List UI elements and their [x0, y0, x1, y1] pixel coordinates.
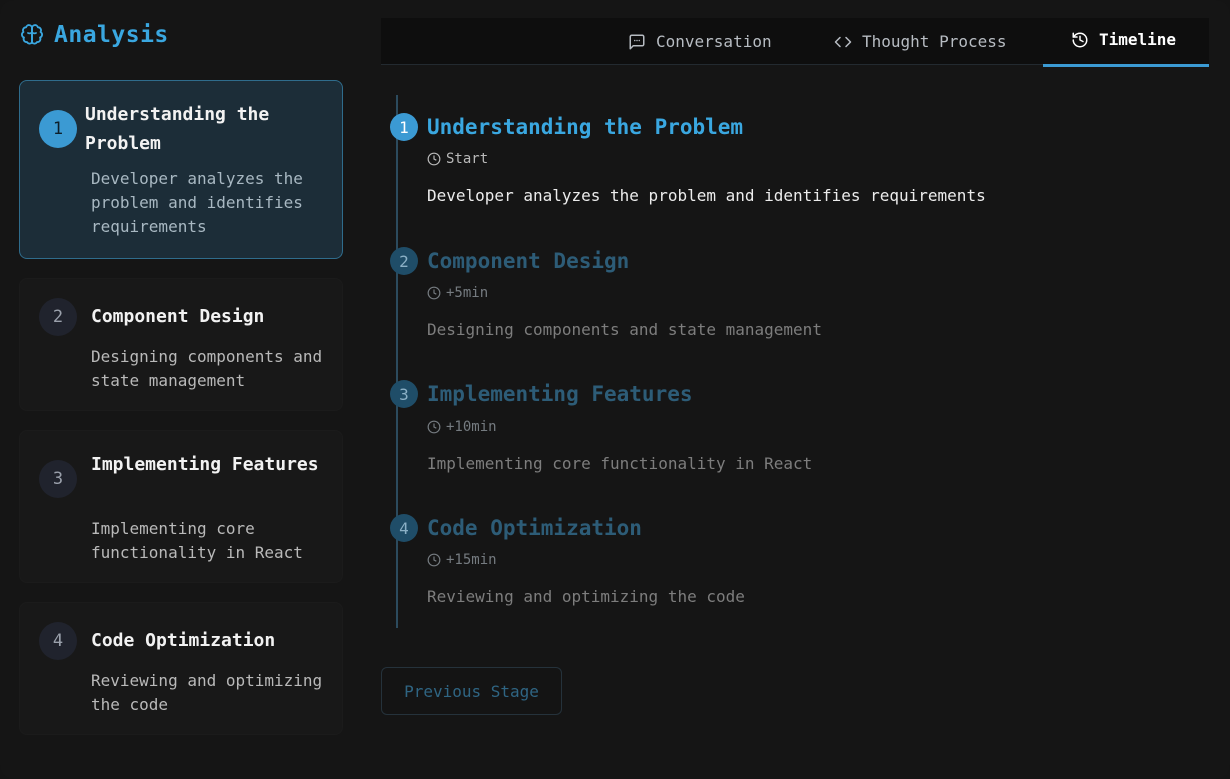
timeline-line — [396, 95, 398, 628]
timeline-time-label: +5min — [446, 285, 489, 301]
stage-card-3[interactable]: 3 Implementing Features Implementing cor… — [19, 430, 343, 583]
clock-icon — [427, 420, 441, 434]
stage-number: 3 — [39, 460, 77, 498]
timeline-title: Understanding the Problem — [427, 115, 744, 139]
timeline-title: Code Optimization — [427, 516, 642, 540]
timeline-time: +5min — [427, 285, 488, 301]
timeline-marker-1: 1 — [390, 113, 418, 141]
timeline-marker-4: 4 — [390, 514, 418, 542]
brain-icon — [21, 24, 43, 45]
stage-card-2[interactable]: 2 Component Design Designing components … — [19, 278, 343, 411]
timeline-description: Implementing core functionality in React — [427, 454, 813, 473]
stage-description: Reviewing and optimizing the code — [91, 671, 323, 714]
history-icon — [1072, 32, 1088, 47]
clock-icon — [427, 286, 441, 300]
code-icon — [834, 36, 852, 47]
stage-title: Component Design — [91, 306, 265, 327]
brand-title: Analysis — [54, 22, 169, 48]
stage-card-1[interactable]: 1 Understanding the Problem Developer an… — [19, 80, 343, 259]
timeline-description: Reviewing and optimizing the code — [427, 587, 745, 606]
app-window: Analysis 1 Understanding the Problem Dev… — [0, 0, 1230, 779]
timeline-marker-3: 3 — [390, 380, 418, 408]
stage-description: Implementing core functionality in React — [91, 519, 303, 562]
stage-number: 1 — [39, 110, 77, 148]
tab-thought-process[interactable]: Thought Process — [834, 18, 1007, 65]
timeline-time: +10min — [427, 419, 497, 435]
timeline-time-label: +10min — [446, 419, 497, 435]
tab-bar: Conversation Thought Process Timeline — [381, 16, 1209, 67]
tab-label: Thought Process — [862, 32, 1007, 51]
clock-icon — [427, 553, 441, 567]
timeline-time-label: Start — [446, 151, 489, 167]
timeline-title: Implementing Features — [427, 382, 693, 406]
timeline-description: Designing components and state managemen… — [427, 320, 822, 339]
timeline-time: +15min — [427, 552, 497, 568]
brand: Analysis — [20, 20, 169, 50]
stage-description: Developer analyzes the problem and ident… — [91, 169, 303, 236]
timeline-marker-2: 2 — [390, 247, 418, 275]
stage-title: Code Optimization — [91, 630, 276, 651]
clock-icon — [427, 152, 441, 166]
timeline-title: Component Design — [427, 249, 630, 273]
tab-conversation[interactable]: Conversation — [628, 18, 772, 65]
tab-label: Timeline — [1099, 30, 1177, 49]
timeline-time: Start — [427, 151, 488, 167]
previous-stage-button[interactable]: Previous Stage — [381, 667, 562, 715]
stage-title: Implementing Features — [91, 454, 319, 475]
active-tab-indicator — [1043, 64, 1209, 67]
timeline-description: Developer analyzes the problem and ident… — [427, 186, 986, 205]
stage-card-4[interactable]: 4 Code Optimization Reviewing and optimi… — [19, 602, 343, 735]
message-square-icon — [629, 34, 645, 49]
stage-number: 2 — [39, 298, 77, 336]
timeline-time-label: +15min — [446, 552, 497, 568]
stage-number: 4 — [39, 622, 77, 660]
tab-timeline[interactable]: Timeline — [1071, 16, 1176, 63]
stage-title: Understanding the Problem — [85, 104, 270, 154]
stage-description: Designing components and state managemen… — [91, 347, 323, 390]
tab-label: Conversation — [656, 32, 772, 51]
